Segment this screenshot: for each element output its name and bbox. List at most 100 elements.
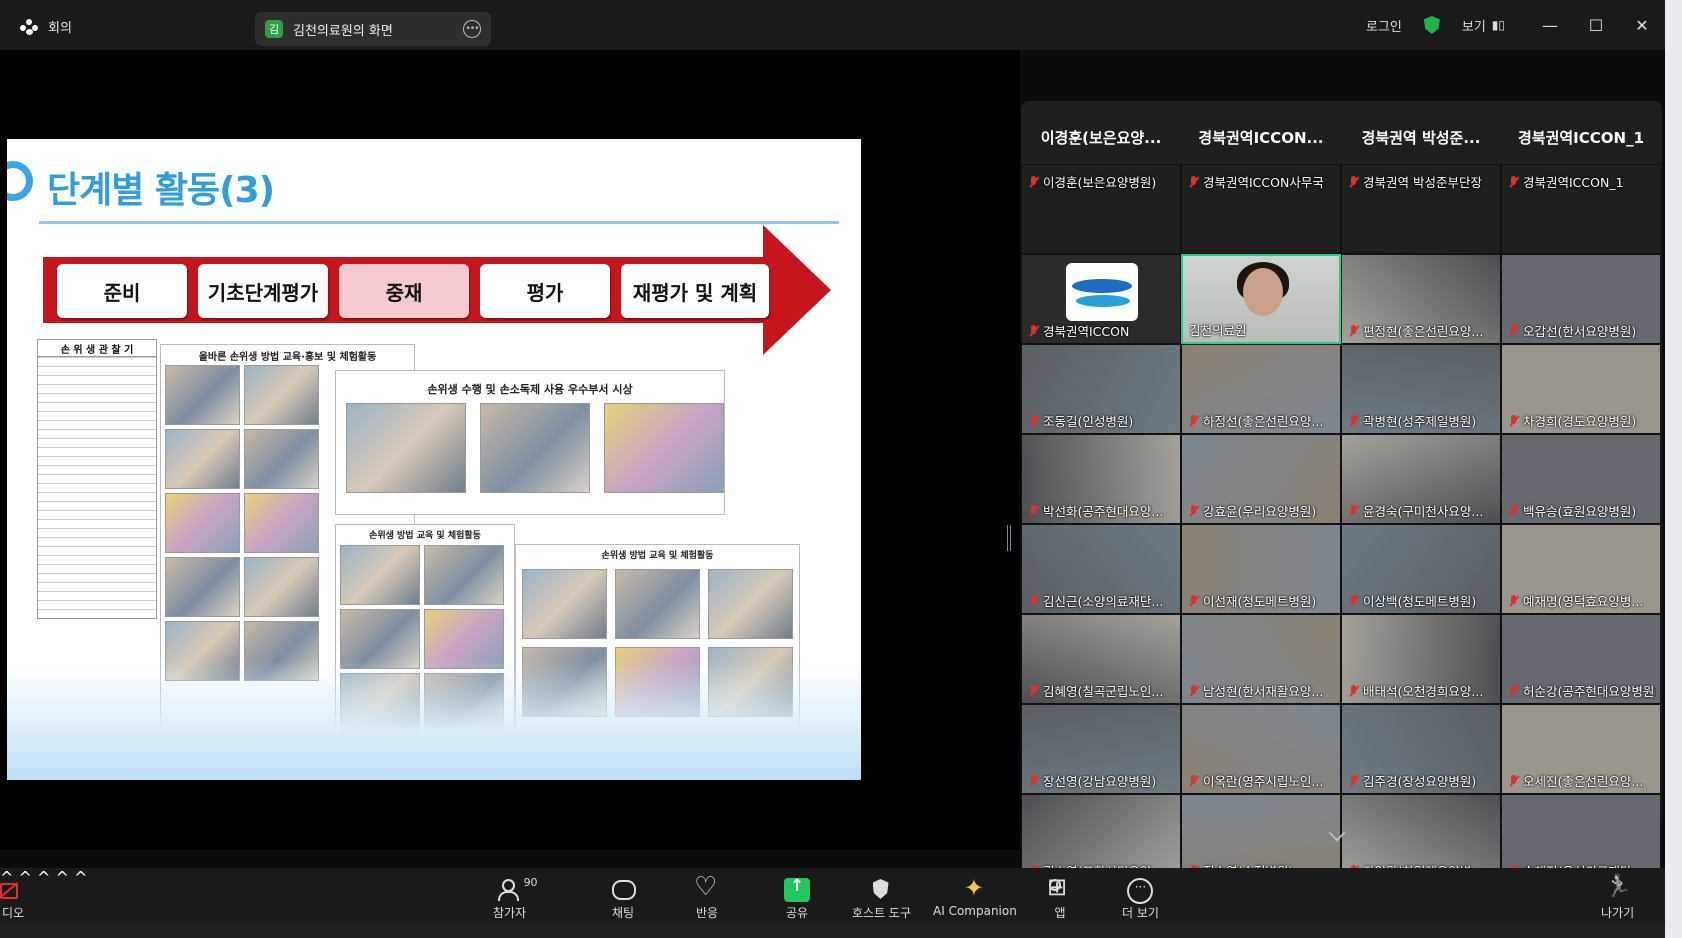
participant-name-label: 이선재(청도메트병원) [1203, 594, 1317, 609]
participant-name-label: 허순강(공주현대요양병원) [1523, 684, 1656, 699]
view-button[interactable]: 보기 ▮▯ [1462, 16, 1505, 35]
video-button[interactable]: 디오 [0, 878, 26, 921]
step-intervention: 중재 [339, 264, 469, 318]
participants-label: 참가자 [493, 906, 527, 920]
participant-name: 장선영(강남요양병원) [1028, 771, 1176, 790]
ai-sparkle-icon [962, 874, 988, 902]
participant-name-label: 김주경(장성요양병원) [1363, 774, 1477, 789]
host-tools-button[interactable]: 호스트 도구 [852, 878, 911, 921]
split-resize-handle[interactable] [1007, 525, 1011, 551]
os-taskbar [0, 923, 1682, 938]
participant-name-label: 경북권역 박성준부단장 [1363, 175, 1482, 190]
presentation-slide: 단계별 활동(3) 준비 기초단계평가 중재 평가 재평가 및 계획 손 위 생… [7, 139, 861, 780]
maximize-button[interactable]: ☐ [1573, 16, 1619, 35]
step-evaluation: 평가 [480, 264, 610, 318]
participant-tile[interactable]: 이경훈(보은요양병원) [1021, 164, 1181, 254]
mic-muted-icon [1028, 504, 1039, 517]
participant-tile[interactable]: 편정현(좋은선린요양... [1341, 254, 1501, 344]
mic-muted-icon [1508, 324, 1519, 337]
participant-name: 배태석(오천경희요양... [1348, 681, 1496, 700]
screen-share-indicator[interactable]: 김 김천의료원의 화면 ••• [255, 12, 491, 46]
participant-tile[interactable]: 허순강(공주현대요양병원) [1501, 614, 1661, 704]
slide-wave-decoration [7, 660, 861, 780]
participant-tile[interactable]: 경북권역ICCON_1 [1501, 164, 1661, 254]
participant-name: 경북권역ICCON [1028, 321, 1176, 340]
participant-tile[interactable]: 경북권역 박성준부단장 [1341, 164, 1501, 254]
participant-tile[interactable]: 이옥란(영주시립노인... [1181, 704, 1341, 794]
participants-button[interactable]: 90 참가자 [493, 876, 538, 921]
host-tools-label: 호스트 도구 [852, 906, 912, 920]
participant-tile[interactable]: 백유승(효원요양병원) [1501, 434, 1661, 524]
participant-tile[interactable]: 배태석(오천경희요양... [1341, 614, 1501, 704]
leave-label: 나가기 [1601, 906, 1635, 920]
process-steps: 준비 기초단계평가 중재 평가 재평가 및 계획 [57, 264, 769, 318]
mic-muted-icon [1348, 324, 1359, 337]
participant-name: 예재명(영덕효요양병... [1508, 591, 1656, 610]
participant-name: 조동길(인성병원) [1028, 411, 1176, 430]
login-button[interactable]: 로그인 [1366, 16, 1402, 35]
chat-options-caret[interactable]: ^ [37, 868, 50, 887]
mic-muted-icon [1348, 684, 1359, 697]
mic-muted-icon [1348, 414, 1359, 427]
participant-tile[interactable]: 이선재(청도메트병원) [1181, 524, 1341, 614]
mic-muted-icon [1028, 594, 1039, 607]
participant-name-label: 오세진(좋은선린요양... [1523, 774, 1644, 789]
participant-tile[interactable]: 조동길(인성병원) [1021, 344, 1181, 434]
leave-button[interactable]: 나가기 [1601, 878, 1634, 921]
participant-tile[interactable]: 김주경(장성요양병원) [1341, 704, 1501, 794]
security-shield-icon[interactable] [1423, 16, 1440, 34]
participant-tile[interactable]: 곽병현(성주제일병원) [1341, 344, 1501, 434]
title-bar: 회의 김 김천의료원의 화면 ••• 로그인 보기 ▮▯ — ☐ ✕ [0, 0, 1665, 50]
heart-icon [694, 872, 720, 902]
participant-name-label: 편정현(좋은선린요양... [1363, 324, 1484, 339]
participant-name: 김주경(장성요양병원) [1348, 771, 1496, 790]
doc-panel-3-title: 손위생 방법 교육 및 체험활동 [369, 531, 481, 541]
participant-tile[interactable]: 오세진(좋은선린요양... [1501, 704, 1661, 794]
participant-tile[interactable]: 하정선(좋은선린요양... [1181, 344, 1341, 434]
participant-tile[interactable]: 박선화(공주현대요양... [1021, 434, 1181, 524]
iccon-logo-icon [1066, 263, 1138, 321]
participant-tile[interactable]: 김혜영(칠곡군립노인... [1021, 614, 1181, 704]
participant-tile[interactable]: 강효윤(우리요양병원) [1181, 434, 1341, 524]
apps-options-caret[interactable]: ^ [74, 868, 87, 887]
mic-muted-icon [1348, 504, 1359, 517]
share-options-caret[interactable]: ^ [56, 868, 69, 887]
mic-muted-icon [1188, 684, 1199, 697]
participant-tile[interactable]: 예재명(영덕효요양병... [1501, 524, 1661, 614]
participant-name-label: 장선영(강남요양병원) [1043, 774, 1157, 789]
more-button[interactable]: 더 보기 [1122, 878, 1159, 921]
minimize-button[interactable]: — [1527, 16, 1573, 35]
panel2-photos [346, 403, 724, 493]
apps-button[interactable]: 앱 [1047, 873, 1073, 921]
participant-tile[interactable]: 경북권역ICCON사무국 [1181, 164, 1341, 254]
participant-tile[interactable]: 장선영(강남요양병원) [1021, 704, 1181, 794]
mic-muted-icon [1028, 175, 1039, 188]
participant-tile[interactable]: 이상백(청도메트병원) [1341, 524, 1501, 614]
participant-name: 김혜영(칠곡군립노인... [1028, 681, 1176, 700]
participant-tile[interactable]: 남성현(한서재활요양... [1181, 614, 1341, 704]
host-shield-icon [869, 878, 895, 902]
participant-tile[interactable]: 김천의료원 [1181, 254, 1341, 344]
chat-label: 채팅 [611, 906, 635, 920]
apps-label: 앱 [1054, 906, 1066, 920]
mic-muted-icon [1188, 774, 1199, 787]
participant-tile[interactable]: 윤경숙(구미천사요양... [1341, 434, 1501, 524]
participant-tile[interactable]: 김신근(소양의료재단... [1021, 524, 1181, 614]
share-screen-button[interactable]: 공유 [784, 876, 810, 921]
close-window-button[interactable]: ✕ [1619, 16, 1665, 35]
participant-tile[interactable]: 경북권역ICCON [1021, 254, 1181, 344]
mic-muted-icon [1028, 684, 1039, 697]
participant-name-label: 경북권역ICCON사무국 [1203, 175, 1324, 190]
participant-tile[interactable]: 차경희(경도요양병원) [1501, 344, 1661, 434]
step-baseline-evaluation: 기초단계평가 [198, 264, 328, 318]
meeting-menu[interactable]: 회의 [20, 17, 72, 36]
video-label: 디오 [1, 906, 25, 920]
ai-companion-button[interactable]: AI Companion [933, 874, 1017, 918]
participant-name-label: 이옥란(영주시립노인... [1203, 774, 1324, 789]
sharer-avatar: 김 [265, 20, 283, 38]
chat-button[interactable]: 채팅 [610, 878, 636, 921]
share-options-icon[interactable]: ••• [463, 20, 481, 38]
doc-panel-4-title: 손위생 방법 교육 및 체험활동 [601, 551, 714, 561]
reactions-button[interactable]: 반응 [694, 872, 720, 921]
participant-tile[interactable]: 오갑선(한서요양병원) [1501, 254, 1661, 344]
